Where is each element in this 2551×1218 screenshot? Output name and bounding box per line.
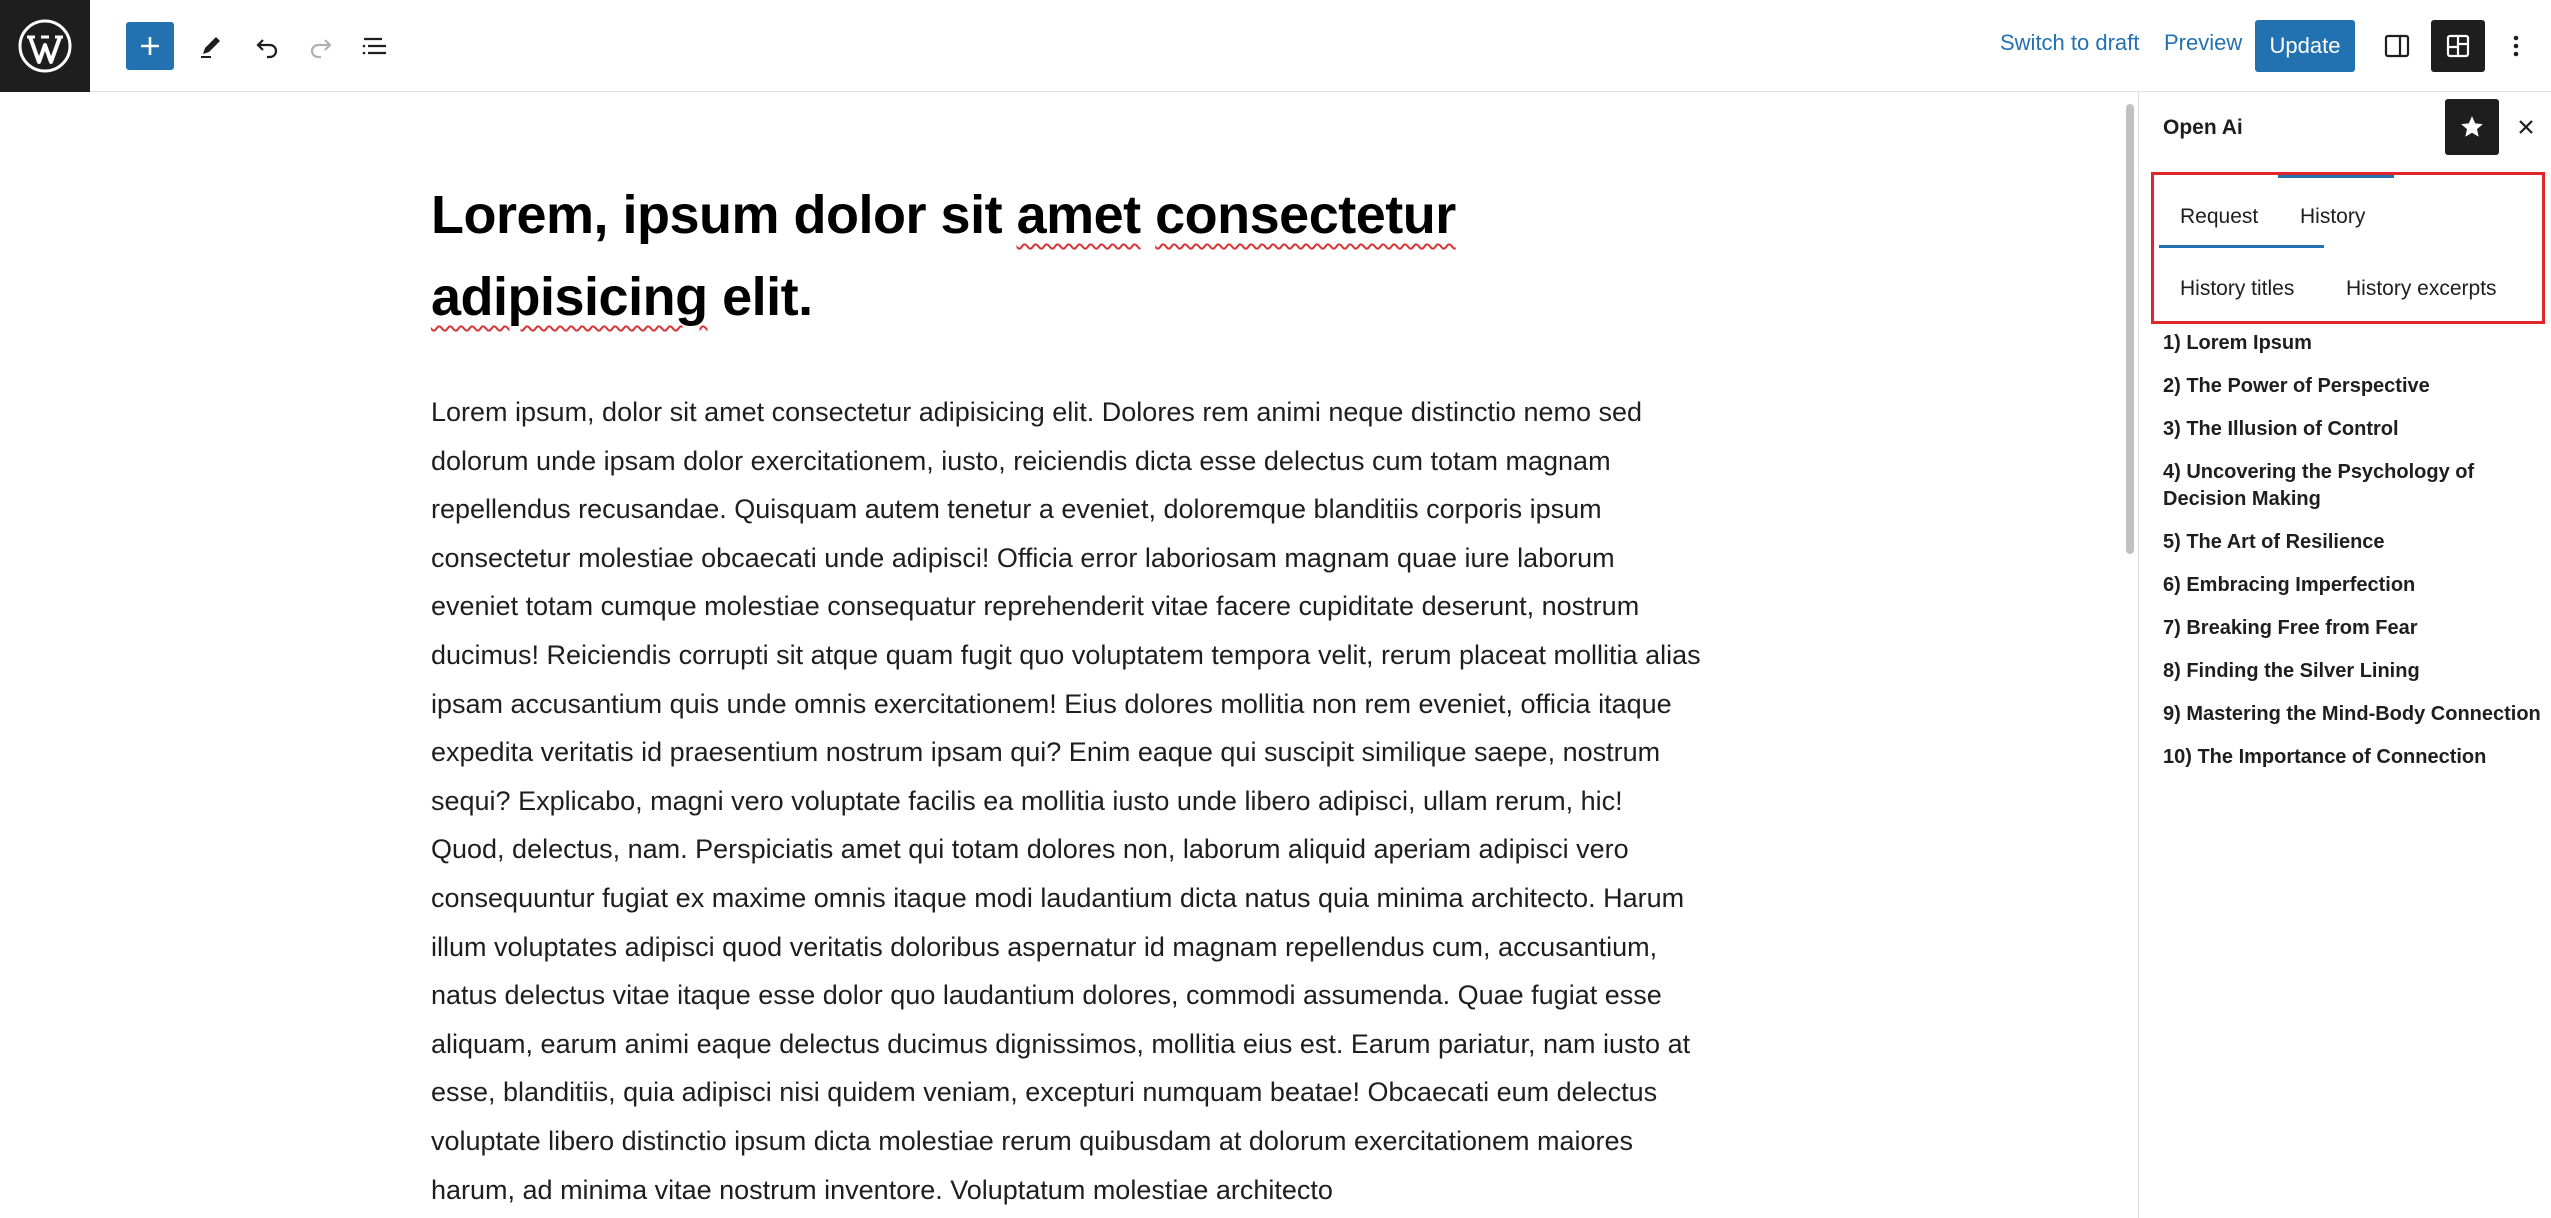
tab-history-excerpts[interactable]: History excerpts bbox=[2346, 277, 2497, 301]
pin-sidebar-button[interactable] bbox=[2445, 99, 2499, 155]
editor-scrollbar[interactable] bbox=[2126, 104, 2134, 554]
post-title-text: elit. bbox=[707, 267, 813, 327]
preview-link[interactable]: Preview bbox=[2164, 30, 2242, 56]
history-titles-list: 1) Lorem Ipsum 2) The Power of Perspecti… bbox=[2163, 330, 2543, 787]
history-item[interactable]: 1) Lorem Ipsum bbox=[2163, 330, 2543, 357]
post-title[interactable]: Lorem, ipsum dolor sit amet consectetur a… bbox=[431, 174, 1491, 338]
tab-history-titles[interactable]: History titles bbox=[2180, 277, 2294, 301]
openai-sidebar: Open Ai Request History History titles H… bbox=[2139, 92, 2551, 1218]
history-item[interactable]: 5) The Art of Resilience bbox=[2163, 529, 2543, 556]
history-tabs-panel: Request History History titles History e… bbox=[2151, 172, 2545, 324]
close-icon bbox=[2519, 120, 2533, 134]
sidebar-title: Open Ai bbox=[2163, 116, 2243, 139]
history-item[interactable]: 8) Finding the Silver Lining bbox=[2163, 658, 2543, 685]
sidebar-header: Open Ai bbox=[2139, 92, 2551, 162]
plugin-icon bbox=[2446, 34, 2470, 58]
tab-indicator bbox=[2278, 175, 2394, 178]
update-button[interactable]: Update bbox=[2255, 20, 2355, 72]
switch-to-draft-link[interactable]: Switch to draft bbox=[2000, 30, 2139, 56]
plus-icon bbox=[141, 37, 159, 55]
post-title-text bbox=[1141, 185, 1156, 245]
tab-indicator bbox=[2159, 245, 2324, 248]
history-item[interactable]: 2) The Power of Perspective bbox=[2163, 373, 2543, 400]
spellcheck-word: amet bbox=[1016, 185, 1142, 245]
document-overview-button[interactable] bbox=[351, 22, 399, 70]
editor-toolbar: Switch to draft Preview Update bbox=[0, 0, 2551, 92]
history-item[interactable]: 7) Breaking Free from Fear bbox=[2163, 615, 2543, 642]
post-title-text: Lorem, ipsum dolor sit bbox=[431, 185, 1017, 245]
spellcheck-word: consectetur bbox=[1155, 185, 1456, 245]
wordpress-logo[interactable] bbox=[0, 0, 90, 92]
add-block-button[interactable] bbox=[126, 22, 174, 70]
history-item[interactable]: 4) Uncovering the Psychology of Decision… bbox=[2163, 459, 2543, 513]
history-item[interactable]: 9) Mastering the Mind-Body Connection bbox=[2163, 701, 2543, 728]
history-item[interactable]: 6) Embracing Imperfection bbox=[2163, 572, 2543, 599]
tab-history[interactable]: History bbox=[2300, 205, 2365, 229]
tools-button[interactable] bbox=[187, 22, 235, 70]
history-item[interactable]: 10) The Importance of Connection bbox=[2163, 744, 2543, 771]
pencil-icon bbox=[201, 37, 220, 58]
sidebar-toggle-icon bbox=[2384, 34, 2410, 58]
redo-icon bbox=[310, 39, 332, 59]
options-menu-button[interactable] bbox=[2494, 22, 2538, 70]
paragraph-block[interactable]: Lorem ipsum, dolor sit amet consectetur … bbox=[431, 388, 1701, 1214]
undo-button[interactable] bbox=[243, 22, 291, 70]
list-view-icon bbox=[362, 37, 386, 55]
close-sidebar-button[interactable] bbox=[2511, 112, 2541, 142]
tab-request[interactable]: Request bbox=[2180, 205, 2258, 229]
wordpress-logo-icon bbox=[18, 19, 72, 73]
more-vertical-icon bbox=[2513, 35, 2519, 57]
undo-icon bbox=[256, 39, 278, 59]
redo-button[interactable] bbox=[297, 22, 345, 70]
editor-canvas: Lorem, ipsum dolor sit amet consectetur a… bbox=[0, 92, 2140, 1218]
spellcheck-word: adipisicing bbox=[431, 267, 708, 327]
history-item[interactable]: 3) The Illusion of Control bbox=[2163, 416, 2543, 443]
settings-sidebar-toggle[interactable] bbox=[2373, 22, 2421, 70]
plugin-sidebar-button[interactable] bbox=[2431, 20, 2485, 72]
star-icon bbox=[2461, 116, 2483, 137]
